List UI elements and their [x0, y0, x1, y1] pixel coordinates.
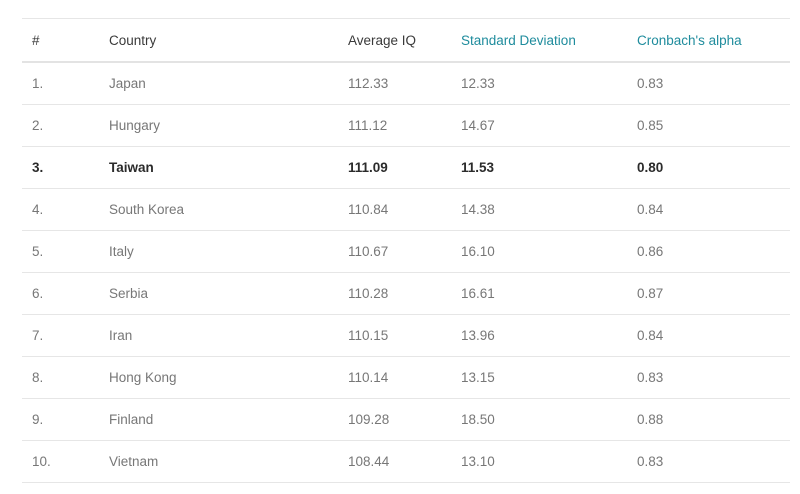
table-row: 5. Italy 110.67 16.10 0.86 — [22, 231, 790, 273]
cronbachs-alpha-cell: 0.86 — [637, 244, 664, 259]
standard-deviation-cell: 16.10 — [461, 244, 495, 259]
cronbachs-alpha-cell: 0.83 — [637, 370, 664, 385]
average-iq-cell: 110.15 — [348, 328, 389, 343]
standard-deviation-cell: 16.61 — [461, 286, 495, 301]
average-iq-cell: 111.09 — [348, 160, 388, 175]
standard-deviation-cell: 13.10 — [461, 454, 495, 469]
country-cell: Vietnam — [109, 454, 159, 469]
country-cell: Italy — [109, 244, 134, 259]
standard-deviation-cell: 12.33 — [461, 76, 495, 91]
table-row: 1. Japan 112.33 12.33 0.83 — [22, 63, 790, 105]
rank-cell: 5. — [32, 244, 44, 259]
rank-cell: 2. — [32, 118, 44, 133]
average-iq-cell: 112.33 — [348, 76, 389, 91]
cronbachs-alpha-cell: 0.87 — [637, 286, 664, 301]
table-row: 7. Iran 110.15 13.96 0.84 — [22, 315, 790, 357]
average-iq-cell: 111.12 — [348, 118, 388, 133]
column-header-average-iq: Average IQ — [348, 32, 417, 48]
cronbachs-alpha-cell: 0.80 — [637, 160, 664, 175]
average-iq-cell: 110.28 — [348, 286, 389, 301]
table-row: 4. South Korea 110.84 14.38 0.84 — [22, 189, 790, 231]
rank-cell: 7. — [32, 328, 44, 343]
cronbachs-alpha-cell: 0.84 — [637, 328, 664, 343]
column-header-cronbachs-alpha-link[interactable]: Cronbach's alpha — [637, 19, 742, 61]
rank-cell: 6. — [32, 286, 44, 301]
average-iq-cell: 108.44 — [348, 454, 390, 469]
country-cell: Finland — [109, 412, 154, 427]
country-cell: Hong Kong — [109, 370, 177, 385]
country-cell: Iran — [109, 328, 133, 343]
rank-cell: 1. — [32, 76, 44, 91]
rank-cell: 9. — [32, 412, 44, 427]
table-row: 9. Finland 109.28 18.50 0.88 — [22, 399, 790, 441]
rank-cell: 8. — [32, 370, 44, 385]
country-cell: South Korea — [109, 202, 185, 217]
rank-cell: 10. — [32, 454, 51, 469]
table-row: 8. Hong Kong 110.14 13.15 0.83 — [22, 357, 790, 399]
ranking-table: # Country Average IQ Standard Deviation … — [22, 18, 790, 483]
table-row: 10. Vietnam 108.44 13.10 0.83 — [22, 441, 790, 483]
country-cell: Japan — [109, 76, 146, 91]
standard-deviation-cell: 18.50 — [461, 412, 495, 427]
table-row: 2. Hungary 111.12 14.67 0.85 — [22, 105, 790, 147]
rank-cell: 3. — [32, 160, 44, 175]
column-header-rank: # — [32, 32, 40, 48]
table-row: 6. Serbia 110.28 16.61 0.87 — [22, 273, 790, 315]
cronbachs-alpha-cell: 0.83 — [637, 454, 664, 469]
cronbachs-alpha-cell: 0.84 — [637, 202, 664, 217]
country-cell: Serbia — [109, 286, 149, 301]
average-iq-cell: 110.67 — [348, 244, 389, 259]
average-iq-cell: 110.84 — [348, 202, 389, 217]
country-cell: Taiwan — [109, 160, 154, 175]
standard-deviation-cell: 11.53 — [461, 160, 495, 175]
standard-deviation-cell: 13.15 — [461, 370, 495, 385]
average-iq-cell: 110.14 — [348, 370, 389, 385]
rank-cell: 4. — [32, 202, 44, 217]
standard-deviation-cell: 13.96 — [461, 328, 495, 343]
column-header-country: Country — [109, 32, 157, 48]
cronbachs-alpha-cell: 0.85 — [637, 118, 664, 133]
table-row-highlighted: 3. Taiwan 111.09 11.53 0.80 — [22, 147, 790, 189]
standard-deviation-cell: 14.67 — [461, 118, 495, 133]
cronbachs-alpha-cell: 0.83 — [637, 76, 664, 91]
column-header-standard-deviation-link[interactable]: Standard Deviation — [461, 19, 576, 61]
country-cell: Hungary — [109, 118, 161, 133]
table-header-row: # Country Average IQ Standard Deviation … — [22, 19, 790, 63]
average-iq-cell: 109.28 — [348, 412, 390, 427]
standard-deviation-cell: 14.38 — [461, 202, 495, 217]
cronbachs-alpha-cell: 0.88 — [637, 412, 664, 427]
